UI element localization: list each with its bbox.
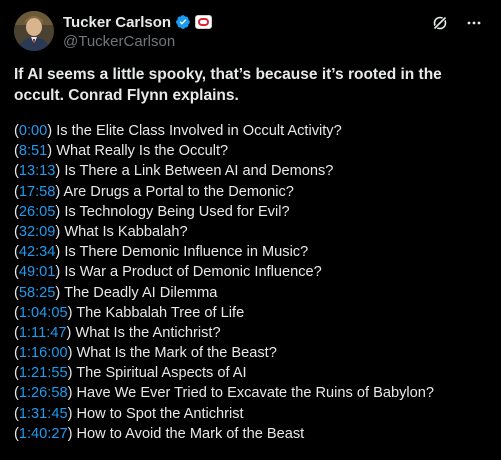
chapter-timestamp-link[interactable]: 8:51: [19, 143, 47, 159]
chapter-timestamp-link[interactable]: 42:34: [19, 244, 56, 260]
chapter-item: (1:16:00) What Is the Mark of the Beast?: [14, 343, 494, 363]
chapter-timestamp-link[interactable]: 0:00: [19, 123, 47, 139]
chapter-item: (1:40:27) How to Avoid the Mark of the B…: [14, 424, 494, 444]
chapter-title: Is There Demonic Influence in Music?: [60, 244, 309, 261]
chapter-list: (0:00) Is the Elite Class Involved in Oc…: [14, 121, 494, 444]
chapter-title: The Spiritual Aspects of AI: [72, 365, 247, 382]
chapter-title: What Is the Antichrist?: [71, 324, 221, 341]
chapter-title: Have We Ever Tried to Excavate the Ruins…: [72, 385, 434, 402]
chapter-title: The Kabbalah Tree of Life: [72, 304, 245, 321]
chapter-title: What Is the Mark of the Beast?: [72, 345, 277, 362]
chapter-timestamp-link[interactable]: 1:21:55: [19, 365, 68, 381]
chapter-title: What Really Is the Occult?: [52, 143, 229, 160]
chapter-item: (13:13) Is There a Link Between AI and D…: [14, 161, 494, 181]
chapter-timestamp-link[interactable]: 32:09: [19, 224, 56, 240]
chapter-item: (49:01) Is War a Product of Demonic Infl…: [14, 262, 494, 282]
chapter-item: (1:11:47) What Is the Antichrist?: [14, 323, 494, 343]
chapter-title: How to Spot the Antichrist: [72, 405, 244, 422]
chapter-item: (8:51) What Really Is the Occult?: [14, 141, 494, 161]
chapter-item: (1:26:58) Have We Ever Tried to Excavate…: [14, 383, 494, 403]
chapter-timestamp-link[interactable]: 17:58: [19, 184, 56, 200]
chapter-timestamp-link[interactable]: 49:01: [19, 264, 56, 280]
chapter-item: (42:34) Is There Demonic Influence in Mu…: [14, 242, 494, 262]
chapter-title: Is There a Link Between AI and Demons?: [60, 163, 334, 180]
affiliate-badge-icon[interactable]: [195, 15, 213, 29]
chapter-timestamp-link[interactable]: 1:31:45: [19, 406, 68, 422]
verified-check-icon[interactable]: [175, 14, 191, 30]
chapter-title: Is Technology Being Used for Evil?: [60, 203, 290, 220]
chapter-item: (1:04:05) The Kabbalah Tree of Life: [14, 303, 494, 323]
author-name-row: Tucker Carlson: [63, 12, 213, 32]
chapter-timestamp-link[interactable]: 1:40:27: [19, 426, 68, 442]
tweet-card: Tucker Carlson @TuckerCarlson If AI seem…: [0, 0, 501, 460]
chapter-title: The Deadly AI Dilemma: [60, 284, 218, 301]
chapter-item: (32:09) What Is Kabbalah?: [14, 222, 494, 242]
chapter-timestamp-link[interactable]: 1:04:05: [19, 305, 68, 321]
chapter-timestamp-link[interactable]: 58:25: [19, 285, 56, 301]
chapter-timestamp-link[interactable]: 13:13: [19, 163, 56, 179]
tweet-top-actions: [431, 14, 483, 32]
avatar[interactable]: [14, 11, 54, 51]
avatar-photo-icon: [14, 11, 54, 51]
chapter-timestamp-link[interactable]: 26:05: [19, 204, 56, 220]
chapter-item: (1:31:45) How to Spot the Antichrist: [14, 404, 494, 424]
chapter-timestamp-link[interactable]: 1:16:00: [19, 345, 68, 361]
grok-icon[interactable]: [431, 14, 449, 32]
author-handle[interactable]: @TuckerCarlson: [63, 33, 175, 50]
chapter-title: Is the Elite Class Involved in Occult Ac…: [52, 123, 342, 139]
chapter-item: (17:58) Are Drugs a Portal to the Demoni…: [14, 182, 494, 202]
chapter-title: Are Drugs a Portal to the Demonic?: [60, 183, 294, 200]
chapter-title: How to Avoid the Mark of the Beast: [72, 425, 305, 442]
chapter-item: (0:00) Is the Elite Class Involved in Oc…: [14, 121, 494, 141]
more-icon[interactable]: [465, 14, 483, 32]
chapter-title: What Is Kabbalah?: [60, 223, 188, 240]
author-display-name[interactable]: Tucker Carlson: [63, 14, 171, 31]
chapter-item: (26:05) Is Technology Being Used for Evi…: [14, 202, 494, 222]
chapter-item: (1:21:55) The Spiritual Aspects of AI: [14, 363, 494, 383]
chapter-title: Is War a Product of Demonic Influence?: [60, 264, 322, 281]
chapter-timestamp-link[interactable]: 1:11:47: [19, 325, 67, 341]
chapter-timestamp-link[interactable]: 1:26:58: [19, 385, 68, 401]
tweet-headline: If AI seems a little spooky, that’s beca…: [14, 66, 442, 104]
chapter-item: (58:25) The Deadly AI Dilemma: [14, 283, 494, 303]
